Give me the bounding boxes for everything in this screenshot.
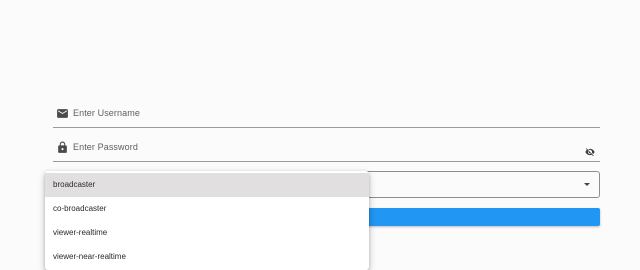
username-field[interactable]: Enter Username [53, 94, 600, 128]
menu-item-co-broadcaster[interactable]: co-broadcaster [45, 197, 369, 221]
password-placeholder: Enter Password [73, 142, 138, 152]
eye-off-icon[interactable] [585, 144, 595, 157]
menu-item-broadcaster[interactable]: broadcaster [45, 173, 369, 197]
username-placeholder: Enter Username [73, 108, 140, 118]
role-dropdown-menu: broadcaster co-broadcaster viewer-realti… [45, 171, 369, 270]
menu-item-viewer-realtime[interactable]: viewer-realtime [45, 221, 369, 245]
login-page: Enter Username Enter Password broadcaste… [0, 0, 640, 270]
caret-down-icon[interactable] [584, 183, 590, 186]
password-field[interactable]: Enter Password [53, 128, 600, 162]
envelope-icon [56, 107, 69, 120]
menu-item-viewer-near-realtime[interactable]: viewer-near-realtime [45, 245, 369, 269]
lock-icon [56, 141, 69, 154]
